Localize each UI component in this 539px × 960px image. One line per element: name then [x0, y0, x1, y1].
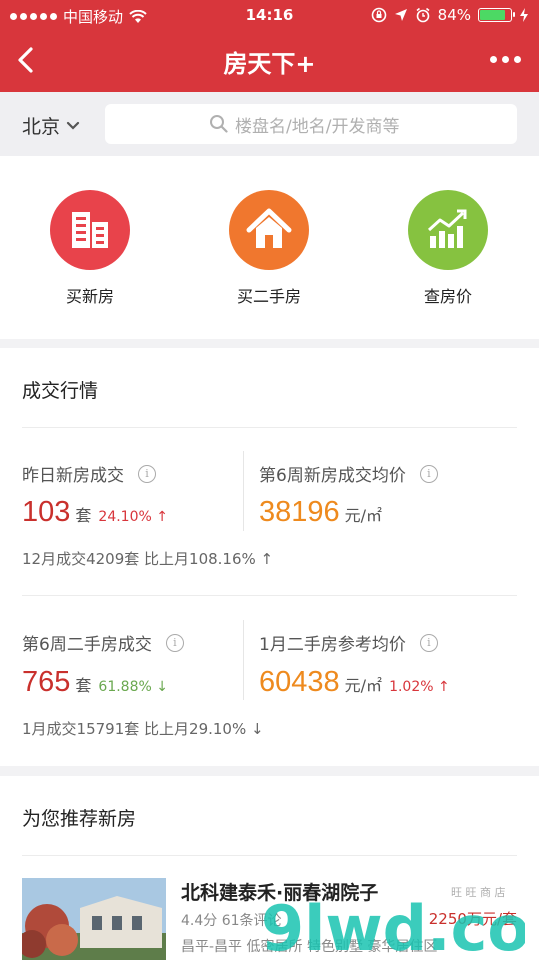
week-second-label: 第6周二手房成交 i	[22, 630, 184, 655]
info-icon[interactable]: i	[419, 464, 438, 483]
stat-change: 61.88% ↓	[98, 679, 168, 695]
house-icon	[229, 190, 309, 270]
page-title: 房天下+	[223, 50, 316, 78]
project-tags: 昌平-昌平 低密居所 特色别墅 豪华居住区	[181, 939, 438, 955]
rotation-lock-icon	[371, 7, 386, 23]
battery-percent: 84%	[437, 6, 471, 24]
entry-label: 查房价	[423, 287, 472, 306]
yesterday-new-label: 昨日新房成交 i	[22, 461, 156, 486]
project-name[interactable]: 北科建泰禾·丽春湖院子	[181, 878, 378, 905]
project-thumbnail[interactable]	[22, 878, 166, 960]
search-input[interactable]: 楼盘名/地名/开发商等	[105, 104, 517, 144]
month-second-summary: 1月成交15791套 比上月29.10% ↓	[22, 720, 264, 738]
week-second-value: 765 套 61.88% ↓	[22, 666, 168, 699]
stat-number: 38196	[259, 496, 340, 528]
stat-change: 24.10% ↑	[98, 509, 168, 525]
project-price: 2250万元/套	[428, 910, 517, 928]
quick-entries: 买新房 买二手房 查房价	[0, 156, 539, 339]
chevron-down-icon	[66, 121, 80, 130]
stat-number: 103	[22, 496, 71, 528]
stat-unit: 元/㎡	[344, 676, 383, 695]
building-icon	[50, 190, 130, 270]
stat-unit: 元/㎡	[344, 506, 383, 525]
search-icon	[210, 115, 228, 133]
city-selector[interactable]: 北京	[22, 112, 80, 139]
stat-label-text: 第6周二手房成交	[22, 635, 152, 655]
recommend-title: 为您推荐新房	[22, 808, 137, 830]
month-second-avg-value: 60438 元/㎡ 1.02% ↑	[259, 666, 450, 699]
month-new-summary: 12月成交4209套 比上月108.16% ↑	[22, 550, 274, 568]
status-bar: 中国移动 14:16 84%	[0, 0, 539, 30]
stat-label-text: 第6周新房成交均价	[259, 466, 406, 486]
more-menu-icon[interactable]	[490, 56, 521, 63]
info-icon[interactable]: i	[419, 633, 438, 652]
stat-label-text: 昨日新房成交	[22, 466, 124, 486]
info-icon[interactable]: i	[165, 633, 184, 652]
entry-buy-new-house[interactable]: 买新房	[10, 190, 170, 307]
alarm-icon	[416, 7, 430, 23]
stat-number: 60438	[259, 666, 340, 698]
week-new-avg-value: 38196 元/㎡	[259, 496, 382, 529]
chart-trend-icon	[408, 190, 488, 270]
yesterday-new-value: 103 套 24.10% ↑	[22, 496, 168, 529]
stat-change: 1.02% ↑	[389, 679, 450, 695]
stat-unit: 套	[75, 676, 92, 695]
location-arrow-icon	[394, 9, 407, 21]
entry-check-price[interactable]: 查房价	[368, 190, 528, 307]
month-second-avg-label: 1月二手房参考均价 i	[259, 630, 438, 655]
stat-label-text: 1月二手房参考均价	[259, 635, 406, 655]
entry-buy-second-hand[interactable]: 买二手房	[189, 190, 349, 307]
stat-number: 765	[22, 666, 71, 698]
entry-label: 买二手房	[236, 287, 301, 306]
battery-icon	[478, 8, 515, 22]
week-new-avg-label: 第6周新房成交均价 i	[259, 461, 438, 486]
search-row: 北京 楼盘名/地名/开发商等	[0, 92, 539, 156]
project-rating: 4.4分 61条评论	[181, 913, 282, 929]
stat-unit: 套	[75, 506, 92, 525]
market-card: 成交行情 昨日新房成交 i 103 套 24.10% ↑ 第6周新房成交均价 i…	[0, 348, 539, 766]
entry-label: 买新房	[65, 287, 114, 306]
charging-icon	[520, 8, 528, 22]
recommend-section: 为您推荐新房 北科建泰禾·丽春湖院子 4.4分 61条评论 2250万元/套 昌…	[0, 776, 539, 960]
divider	[243, 451, 244, 531]
info-icon[interactable]: i	[138, 464, 156, 483]
divider	[22, 855, 517, 856]
city-label: 北京	[22, 116, 61, 138]
market-title: 成交行情	[22, 380, 99, 402]
search-placeholder: 楼盘名/地名/开发商等	[235, 116, 400, 137]
nav-bar: 房天下+	[0, 30, 539, 92]
divider	[243, 620, 244, 700]
divider	[22, 595, 517, 596]
top-bar: 中国移动 14:16 84% 房天下+	[0, 0, 539, 92]
divider	[22, 427, 517, 428]
